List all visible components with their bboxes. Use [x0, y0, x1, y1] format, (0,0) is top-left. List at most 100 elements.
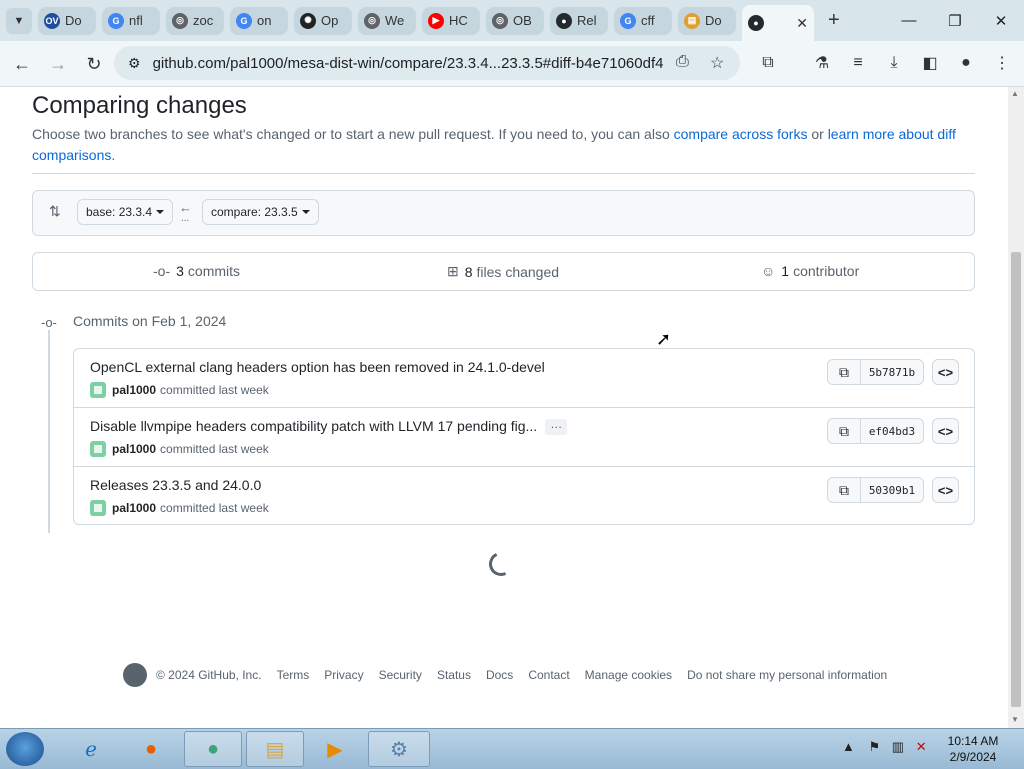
- tab-6[interactable]: ▶ HC: [422, 6, 480, 35]
- tab-close-icon[interactable]: ✕: [796, 15, 808, 32]
- commit-icon: -o-: [153, 263, 171, 279]
- footer-link-do-not-share-my-personal-information[interactable]: Do not share my personal information: [687, 668, 887, 682]
- page-footer: © 2024 GitHub, Inc. Terms Privacy Security…: [123, 663, 887, 687]
- footer-link-security[interactable]: Security: [379, 668, 422, 682]
- commit-sha-button[interactable]: ef04bd3: [860, 418, 924, 444]
- footer-link-terms[interactable]: Terms: [277, 668, 310, 682]
- copy-sha-button[interactable]: ⧉: [827, 418, 861, 444]
- back-button[interactable]: ←: [8, 50, 36, 78]
- tab-7[interactable]: ◎ OB: [486, 6, 544, 35]
- new-tab-button[interactable]: +: [828, 9, 840, 32]
- explorer-icon[interactable]: ▤: [246, 731, 304, 767]
- footer-link-status[interactable]: Status: [437, 668, 471, 682]
- copy-sha-button[interactable]: ⧉: [827, 477, 861, 503]
- scrollbar-thumb[interactable]: [1011, 252, 1021, 707]
- browse-repo-button[interactable]: <>: [932, 477, 959, 503]
- minimize-button[interactable]: —: [886, 0, 932, 41]
- show-hidden-icons[interactable]: ▲: [842, 739, 855, 754]
- commit-author[interactable]: pal1000: [112, 501, 156, 515]
- commit-list: OpenCL external clang headers option has…: [73, 348, 975, 525]
- forward-button[interactable]: →: [44, 50, 72, 78]
- copy-icon: ⧉: [839, 363, 849, 380]
- address-bar[interactable]: ⚙ github.com/pal1000/mesa-dist-win/compa…: [114, 46, 740, 80]
- branch-range-editor: ⇅ base: 23.3.4 ← ... compare: 23.3.5: [32, 190, 975, 236]
- tab-search-button[interactable]: ▼: [6, 7, 32, 34]
- media-player-icon[interactable]: ▶: [306, 731, 364, 767]
- browse-repo-button[interactable]: <>: [932, 418, 959, 444]
- chrome-menu-icon[interactable]: ⋮: [991, 52, 1013, 74]
- tab-active-github[interactable]: ● ✕: [742, 5, 814, 41]
- start-button[interactable]: [6, 732, 44, 766]
- compare-across-forks-link[interactable]: compare across forks: [674, 126, 808, 142]
- tab-label: OB: [513, 13, 532, 28]
- tab-1[interactable]: Gnfl: [102, 6, 160, 35]
- system-tray[interactable]: ▲ ⚑ ▥ ✕: [842, 739, 927, 755]
- media-control-icon[interactable]: ≡: [847, 52, 869, 74]
- scroll-up-icon[interactable]: ▲: [1011, 89, 1019, 98]
- firefox-icon[interactable]: ●: [122, 731, 180, 767]
- expand-message-button[interactable]: …: [545, 418, 568, 436]
- commit-sha-button[interactable]: 50309b1: [860, 477, 924, 503]
- commit-author[interactable]: pal1000: [112, 442, 156, 456]
- scroll-down-icon[interactable]: ▼: [1011, 715, 1019, 724]
- copy-icon: ⧉: [839, 481, 849, 498]
- commit-time: committed last week: [160, 442, 269, 456]
- file-diff-icon: ⊞: [447, 263, 459, 279]
- tab-4[interactable]: ✺ Op: [294, 6, 352, 35]
- footer-link-manage-cookies[interactable]: Manage cookies: [585, 668, 672, 682]
- close-window-button[interactable]: ✕: [978, 0, 1024, 41]
- commit-title[interactable]: Disable llvmpipe headers compatibility p…: [90, 418, 568, 436]
- tab-9[interactable]: Gcff: [614, 6, 672, 35]
- browse-repo-button[interactable]: <>: [932, 359, 959, 385]
- avatar[interactable]: [90, 382, 106, 398]
- footer-link-privacy[interactable]: Privacy: [324, 668, 363, 682]
- volume-muted-icon[interactable]: ✕: [916, 739, 927, 754]
- site-info-icon[interactable]: ⚙: [128, 55, 141, 72]
- tab-5[interactable]: ◎ We: [358, 6, 416, 35]
- reload-button[interactable]: ↻: [80, 50, 108, 78]
- base-branch-button[interactable]: base: 23.3.4: [77, 199, 174, 225]
- chrome-icon[interactable]: ●: [184, 731, 242, 767]
- range-dots: ...: [181, 213, 190, 224]
- avatar[interactable]: [90, 500, 106, 516]
- commit-meta: pal1000 committed last week: [90, 441, 269, 457]
- page-scrollbar[interactable]: ▲ ▼: [1008, 87, 1024, 728]
- globe-icon: ◎: [172, 12, 188, 29]
- download-icon[interactable]: ⤓: [883, 52, 905, 74]
- copy-sha-button[interactable]: ⧉: [827, 359, 861, 385]
- github-logo-icon[interactable]: [123, 663, 147, 687]
- bookmark-star-icon[interactable]: ☆: [710, 53, 724, 73]
- commits-tab[interactable]: -o- 3 commits: [153, 263, 240, 279]
- commit-title[interactable]: Releases 23.3.5 and 24.0.0: [90, 477, 261, 493]
- people-icon: ☺: [761, 263, 776, 279]
- extensions-icon[interactable]: ⧉: [757, 52, 779, 74]
- commit-meta: pal1000 committed last week: [90, 382, 269, 398]
- mouse-cursor-icon: ➚: [656, 329, 672, 349]
- footer-link-docs[interactable]: Docs: [486, 668, 513, 682]
- flag-icon[interactable]: ⚑: [869, 739, 881, 754]
- network-icon[interactable]: ▥: [892, 739, 904, 754]
- tab-8[interactable]: ● Rel: [550, 6, 608, 35]
- footer-link-contact[interactable]: Contact: [528, 668, 569, 682]
- tab-10[interactable]: ▤ Do: [678, 6, 736, 35]
- commit-sha-button[interactable]: 5b7871b: [860, 359, 924, 385]
- profile-avatar-icon[interactable]: ●: [955, 52, 977, 74]
- labs-icon[interactable]: ⚗: [811, 52, 833, 74]
- ie-icon[interactable]: ℯ: [62, 731, 120, 767]
- install-app-icon[interactable]: ⎙: [676, 53, 689, 71]
- compare-branch-button[interactable]: compare: 23.3.5: [202, 199, 319, 225]
- commit-author[interactable]: pal1000: [112, 383, 156, 397]
- control-panel-icon[interactable]: ⚙: [368, 731, 430, 767]
- tab-0[interactable]: OV Do: [38, 6, 96, 35]
- clock[interactable]: 10:14 AM 2/9/2024: [940, 733, 1006, 765]
- avatar[interactable]: [90, 441, 106, 457]
- page-subtitle: Choose two branches to see what's change…: [32, 126, 956, 163]
- contributors-tab[interactable]: ☺ 1 contributor: [761, 263, 859, 279]
- files-changed-tab[interactable]: ⊞ 8 files changed: [447, 263, 559, 280]
- tab-2[interactable]: ◎ zoc: [166, 6, 224, 35]
- commit-row: Disable llvmpipe headers compatibility p…: [74, 408, 974, 467]
- tab-3[interactable]: Gon: [230, 6, 288, 35]
- restore-button[interactable]: ❐: [932, 0, 978, 41]
- side-panel-icon[interactable]: ◧: [919, 52, 941, 74]
- commit-title[interactable]: OpenCL external clang headers option has…: [90, 359, 545, 375]
